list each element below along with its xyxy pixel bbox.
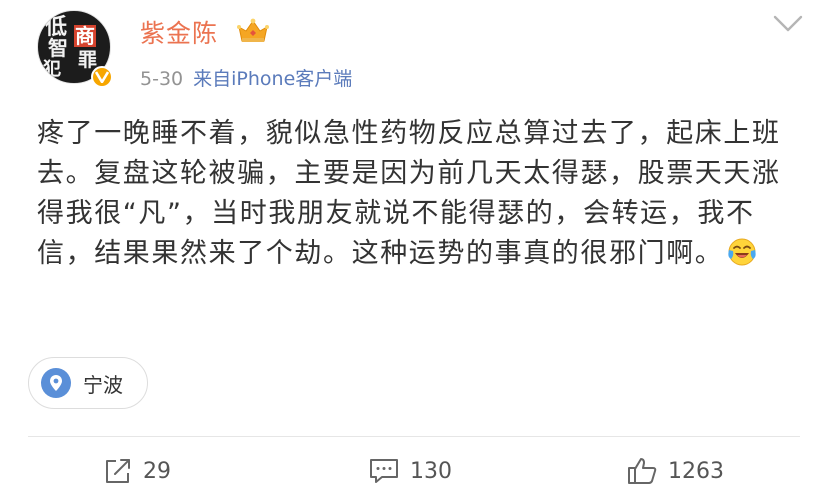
comment-icon — [370, 459, 398, 483]
action-bar-divider — [28, 436, 800, 437]
avatar-char-3: 商 — [74, 24, 96, 48]
repost-count: 29 — [143, 458, 171, 484]
chevron-down-icon[interactable] — [772, 14, 804, 34]
comment-button[interactable]: 130 — [368, 455, 452, 487]
post-source: 来自iPhone客户端 — [193, 68, 353, 90]
avatar-char-4: 犯 — [43, 59, 61, 80]
post-body: 疼了一晚睡不着，貌似急性药物反应总算过去了，起床上班去。复盘这轮被骗，主要是因为… — [37, 114, 797, 274]
location-name: 宁波 — [83, 372, 123, 397]
avatar-char-2: 智 — [48, 36, 68, 60]
post-header: 低 智 商 犯 罪 紫金陈 5-30 来自iPhone客户端 — [0, 0, 828, 100]
like-button[interactable]: 1263 — [626, 455, 724, 487]
location-tag[interactable]: 宁波 — [28, 357, 148, 409]
crown-icon — [237, 18, 269, 42]
like-count: 1263 — [668, 458, 724, 484]
comment-count: 130 — [410, 458, 452, 484]
post-text: 疼了一晚睡不着，貌似急性药物反应总算过去了，起床上班去。复盘这轮被骗，主要是因为… — [37, 118, 781, 269]
verified-badge-icon — [91, 66, 113, 88]
repost-button[interactable]: 29 — [103, 455, 171, 487]
laughing-crying-face-icon — [728, 238, 757, 266]
post-meta: 5-30 来自iPhone客户端 — [140, 64, 352, 91]
post-date: 5-30 — [140, 68, 184, 90]
location-pin-icon — [41, 368, 71, 398]
repost-icon — [106, 459, 130, 483]
thumbs-up-icon — [628, 458, 657, 484]
author-name[interactable]: 紫金陈 — [140, 14, 218, 50]
avatar-char-5: 罪 — [78, 49, 98, 71]
